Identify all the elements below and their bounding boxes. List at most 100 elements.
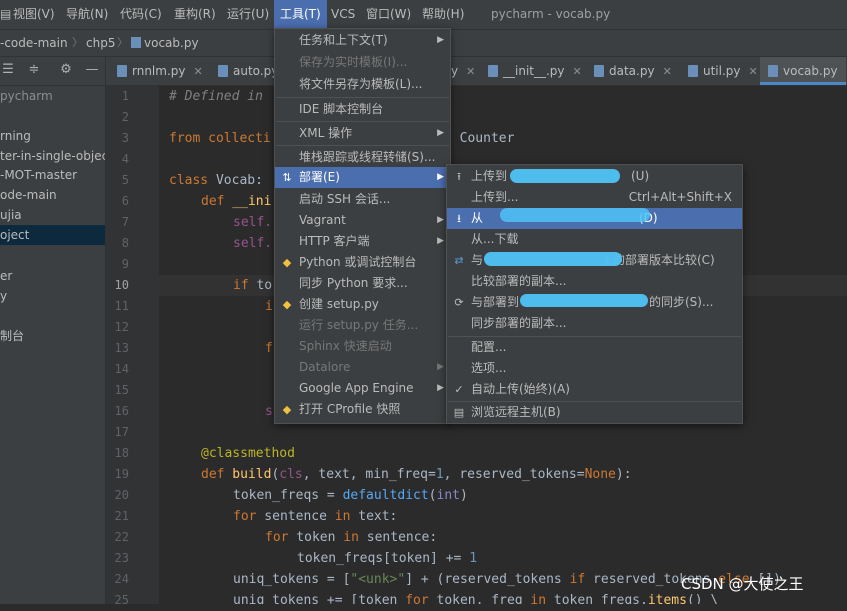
- code-token: in: [334, 509, 351, 524]
- code-line: f: [265, 338, 273, 359]
- project-toolbar: ☰ ≑ ⚙ —: [0, 57, 105, 86]
- tab-label: data.py: [609, 64, 655, 78]
- download-icon: ⭳: [457, 212, 461, 225]
- python-file-icon: [768, 65, 778, 77]
- tab-rnnlm[interactable]: rnnlm.py ✕: [117, 57, 203, 85]
- code-token: ):: [615, 467, 632, 482]
- menu-item-stack-trace[interactable]: 堆栈跟踪或线程转储(S)...: [275, 147, 450, 168]
- menu-item-label: 堆栈跟踪或线程转储(S)...: [299, 150, 436, 164]
- code-token: token, freq: [428, 593, 531, 604]
- menu-item-upload-to-dialog[interactable]: 上传到... Ctrl+Alt+Shift+X: [447, 187, 742, 208]
- code-token: Vocab:: [208, 173, 263, 188]
- tab-init[interactable]: __init__.py ✕: [488, 57, 582, 85]
- menu-item-label: 从...下载: [471, 232, 519, 246]
- menu-window[interactable]: 窗口(W): [366, 0, 411, 29]
- code-token: =: [319, 488, 343, 503]
- menu-divider: [276, 121, 449, 122]
- breadcrumb-file[interactable]: vocab.py: [131, 30, 199, 56]
- menu-item-create-setup[interactable]: ◆ 创建 setup.py: [275, 294, 450, 315]
- menu-vcs[interactable]: VCS: [331, 0, 355, 29]
- close-icon[interactable]: ✕: [573, 65, 582, 78]
- menu-item-python-console[interactable]: ◆ Python 或调试控制台: [275, 252, 450, 273]
- menu-navigate[interactable]: 导航(N): [66, 0, 108, 29]
- code-token: text:: [350, 509, 398, 524]
- line-number: 5: [121, 173, 129, 187]
- menu-item-label: 同步部署的副本...: [471, 316, 567, 330]
- tab-label: y: [451, 64, 459, 78]
- menu-item-vagrant[interactable]: Vagrant ▶: [275, 210, 450, 231]
- submenu-arrow-icon: ▶: [437, 215, 444, 225]
- menu-run[interactable]: 运行(U): [227, 0, 269, 29]
- menu-item-label: 运行 setup.py 任务...: [299, 318, 419, 332]
- line-number-current: 10: [114, 278, 129, 292]
- menu-item-http-client[interactable]: HTTP 客户端 ▶: [275, 231, 450, 252]
- collapse-all-icon[interactable]: ≑: [26, 62, 42, 78]
- tab-util[interactable]: util.py ✕: [688, 57, 758, 85]
- menu-help[interactable]: 帮助(H): [422, 0, 464, 29]
- code-token: 1: [469, 551, 478, 566]
- menu-left-icon[interactable]: ▤: [0, 0, 11, 29]
- sync-icon: ⟳: [454, 296, 464, 309]
- tab-label: vocab.py: [783, 64, 838, 78]
- close-icon[interactable]: ✕: [466, 65, 475, 78]
- menu-refactor[interactable]: 重构(R): [174, 0, 216, 29]
- tab-vocab[interactable]: vocab.py: [760, 57, 846, 85]
- menu-item-browse-remote[interactable]: ▤ 浏览远程主机(B): [447, 402, 742, 423]
- menu-item-run-setup: 运行 setup.py 任务...: [275, 315, 450, 336]
- menu-item-google-app-engine[interactable]: Google App Engine ▶: [275, 378, 450, 399]
- code-token: ] + (reserved_tokens: [405, 572, 570, 587]
- line-number: 14: [114, 362, 129, 376]
- menu-item-datalore: Datalore ▶: [275, 357, 450, 378]
- close-icon[interactable]: ✕: [749, 65, 758, 78]
- menu-item-tasks[interactable]: 任务和上下文(T) ▶: [275, 30, 450, 51]
- redaction-mask: [500, 208, 650, 222]
- menu-tools[interactable]: 工具(T): [274, 0, 327, 29]
- line-number: 23: [114, 551, 129, 565]
- menu-item-sync-deployed-copy[interactable]: 同步部署的副本...: [447, 313, 742, 334]
- code-token: , Counter: [444, 131, 515, 146]
- close-icon[interactable]: ✕: [194, 65, 203, 78]
- line-number: 21: [114, 509, 129, 523]
- code-line: self.: [233, 233, 272, 254]
- expand-all-icon[interactable]: ☰: [0, 62, 16, 78]
- close-icon[interactable]: ✕: [663, 65, 672, 78]
- line-number: 1: [121, 89, 129, 103]
- menu-code[interactable]: 代码(C): [120, 0, 162, 29]
- menu-item-options[interactable]: 选项...: [447, 358, 742, 379]
- submenu-arrow-icon: ▶: [437, 236, 444, 246]
- menu-item-ssh[interactable]: 启动 SSH 会话...: [275, 189, 450, 210]
- line-number: 15: [114, 383, 129, 397]
- menu-item-auto-upload[interactable]: ✓ 自动上传(始终)(A): [447, 379, 742, 400]
- breadcrumb-folder[interactable]: chp5: [86, 30, 115, 56]
- menu-item-ide-console[interactable]: IDE 脚本控制台: [275, 99, 450, 120]
- menu-view[interactable]: 视图(V): [13, 0, 55, 29]
- tab-data[interactable]: data.py ✕: [594, 57, 672, 85]
- code-token: uniq_tokens = [: [233, 572, 351, 587]
- minimize-icon[interactable]: —: [84, 62, 100, 78]
- breadcrumb-project[interactable]: -code-main: [0, 30, 68, 56]
- code-token: int: [436, 488, 460, 503]
- menu-item-deployment[interactable]: ⇅ 部署(E) ▶: [275, 167, 450, 188]
- python-icon: ◆: [282, 403, 292, 416]
- tab-auto[interactable]: auto.py: [218, 57, 278, 85]
- code-comment: # Defined in: [169, 89, 263, 104]
- code-token: class: [169, 173, 209, 188]
- code-line: token_freqs[token] += 1: [297, 548, 477, 569]
- menu-item-configuration[interactable]: 配置...: [447, 337, 742, 358]
- python-file-icon: [594, 65, 604, 77]
- menu-item-save-file-template[interactable]: 将文件另存为模板(L)...: [275, 74, 450, 95]
- gear-icon[interactable]: ⚙: [58, 62, 74, 78]
- tab-hidden[interactable]: y ✕: [451, 57, 475, 85]
- menu-item-cprofile[interactable]: ◆ 打开 CProfile 快照: [275, 399, 450, 420]
- code-line: for sentence in text:: [233, 506, 397, 527]
- menu-item-sync-requirements[interactable]: 同步 Python 要求...: [275, 273, 450, 294]
- window-title: pycharm - vocab.py: [491, 7, 611, 21]
- menu-item-download-from-dialog[interactable]: 从...下载: [447, 229, 742, 250]
- line-number: 8: [121, 236, 129, 250]
- line-number: 12: [114, 320, 129, 334]
- code-token: token_freqs: [233, 488, 320, 503]
- menu-item-compare-deployed-copy[interactable]: 比较部署的副本...: [447, 271, 742, 292]
- code-line: def __ini: [201, 191, 271, 212]
- code-token: s: [265, 404, 273, 419]
- menu-item-xml[interactable]: XML 操作 ▶: [275, 123, 450, 144]
